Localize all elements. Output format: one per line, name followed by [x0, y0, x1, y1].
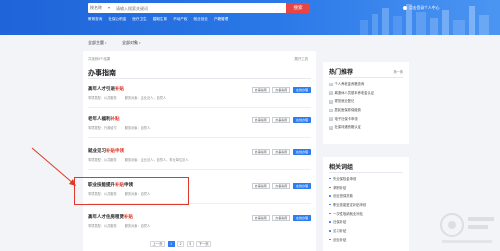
search-box[interactable]: 按名称 ▾: [88, 3, 310, 13]
top-banner: 按名称 ▾ 搜索 点击登录个人中心 教育查询 社保公积金 医疗卫生 婚姻生育 不…: [0, 0, 500, 35]
online-apply-button[interactable]: 在线办理: [292, 149, 311, 155]
login-link[interactable]: 点击登录个人中心: [403, 4, 439, 12]
page-button-1[interactable]: 1: [167, 241, 175, 247]
guide-button[interactable]: 办事指南: [272, 117, 291, 123]
item-title[interactable]: 高年人才住房租赁补贴: [88, 214, 133, 220]
item-meta: 事项类型：公共服务 服务对象：自然人: [88, 224, 151, 228]
divider: [88, 107, 311, 108]
hot-link[interactable]: 教育查询: [88, 17, 102, 21]
pagination: 上一页 1 2 3 下一页: [150, 241, 213, 249]
item-title[interactable]: 高年人才引进补贴: [88, 86, 124, 92]
filter-bar: 全部主题▾ 全部对象▾: [86, 38, 416, 48]
online-apply-button[interactable]: 在线办理: [292, 87, 311, 93]
chevron-down-icon[interactable]: ▾: [108, 3, 110, 13]
related-item[interactable]: 见习补贴: [329, 227, 405, 236]
guide-button[interactable]: 办事指南: [272, 87, 291, 93]
login-text: 点击登录个人中心: [409, 6, 440, 10]
divider: [329, 172, 403, 173]
hot-recommend-card: 热门推荐 换一换 1 个人养老金资格查询 2 离退休人员基本养老金认证 3 规范就业登…: [323, 62, 409, 144]
related-item[interactable]: 社保补贴: [329, 218, 405, 227]
related-item[interactable]: 求职补贴: [329, 184, 405, 193]
hot-item[interactable]: 4 居民医保参保缴费: [329, 106, 405, 115]
divider: [88, 137, 311, 138]
item-meta: 事项类型：行政给付 服务对象：自然人: [88, 126, 151, 130]
guide-button[interactable]: 办事指南: [251, 149, 270, 155]
related-item[interactable]: 一次性吸纳就业补贴: [329, 210, 405, 219]
hot-link[interactable]: 就业创业: [193, 17, 207, 21]
result-count: 共找到5个结果: [88, 57, 111, 61]
item-title[interactable]: 老年人福利补贴: [88, 116, 120, 122]
divider: [88, 78, 311, 79]
prev-page-button[interactable]: 上一页: [150, 241, 166, 247]
list-item: 高年人才引进补贴 事项类型：公共服务 服务对象：企业法人，自然人 办事指南 办事指…: [88, 83, 311, 109]
expand-tools-link[interactable]: 展开工具: [294, 56, 308, 61]
hot-item[interactable]: 5 电子社保卡申领: [329, 115, 405, 124]
card-title: 热门推荐: [329, 70, 354, 76]
divider: [88, 169, 311, 170]
online-apply-button[interactable]: 在线办理: [292, 117, 311, 123]
list-item: 就业见习补贴申领 事项类型：公共服务 服务对象：企业法人，自然人，事业单位法人 办…: [88, 145, 311, 171]
related-words-card: 相关词组 失业保险金申领 求职补贴 创业担保贷款 职业技能鉴定补贴申领 一次性吸…: [323, 157, 409, 251]
related-item[interactable]: 创业补贴: [329, 236, 405, 245]
hot-link[interactable]: 不动产权: [173, 17, 187, 21]
hot-links: 教育查询 社保公积金 医疗卫生 婚姻生育 不动产权 就业创业 户籍管理: [88, 17, 233, 22]
next-page-button[interactable]: 下一页: [195, 241, 212, 247]
item-title[interactable]: 就业见习补贴申领: [88, 148, 124, 154]
related-item[interactable]: 创业担保贷款: [329, 192, 405, 201]
guide-button[interactable]: 办事指南: [272, 215, 291, 221]
chevron-down-icon: ▾: [105, 41, 107, 45]
divider: [329, 77, 403, 78]
hot-link[interactable]: 婚姻生育: [153, 17, 167, 21]
annotation-arrow-icon: [31, 147, 76, 186]
highlight-box: [74, 177, 189, 205]
filter-topic[interactable]: 全部主题▾: [88, 40, 107, 46]
hot-link[interactable]: 户籍管理: [214, 17, 228, 21]
user-icon: [403, 5, 407, 10]
chevron-down-icon: ▾: [139, 41, 141, 45]
guide-button[interactable]: 办事指南: [272, 149, 291, 155]
hot-link[interactable]: 医疗卫生: [132, 17, 146, 21]
refresh-link[interactable]: 换一换: [393, 69, 403, 74]
online-apply-button[interactable]: 在线办理: [292, 215, 311, 221]
watermark-logo-icon: [440, 213, 494, 243]
section-title: 办事指南: [88, 70, 116, 77]
item-meta: 事项类型：公共服务 服务对象：企业法人，自然人: [88, 96, 167, 100]
page-button-3[interactable]: 3: [186, 241, 194, 247]
online-apply-button[interactable]: 在线办理: [292, 183, 311, 189]
page-button-2[interactable]: 2: [177, 241, 185, 247]
list-item: 老年人福利补贴 事项类型：行政给付 服务对象：自然人 办事指南 办事指南 在线办理: [88, 113, 311, 139]
filter-target[interactable]: 全部对象▾: [122, 40, 141, 46]
hot-item[interactable]: 6 社保待遇资格认证: [329, 123, 405, 132]
related-item[interactable]: 失业保险金申领: [329, 175, 405, 184]
related-item[interactable]: 职业技能鉴定补贴申领: [329, 201, 405, 210]
guide-button[interactable]: 办事指南: [251, 183, 270, 189]
hot-item[interactable]: 3 规范就业登记: [329, 97, 405, 106]
list-item: 高年人才住房租赁补贴 事项类型：公共服务 服务对象：自然人 办事指南 办事指南 在…: [88, 211, 311, 237]
guide-button[interactable]: 办事指南: [251, 215, 270, 221]
result-panel: 共找到5个结果 展开工具 办事指南 高年人才引进补贴 事项类型：公共服务 服务对象…: [83, 51, 316, 251]
hot-item[interactable]: 2 离退休人员基本养老金认证: [329, 89, 405, 98]
card-title: 相关词组: [329, 165, 354, 171]
search-button[interactable]: 搜索: [286, 3, 310, 13]
guide-button[interactable]: 办事指南: [251, 87, 270, 93]
hot-link[interactable]: 社保公积金: [108, 17, 126, 21]
search-input[interactable]: [116, 4, 276, 12]
item-meta: 事项类型：公共服务 服务对象：企业法人，自然人，事业单位法人: [88, 158, 189, 162]
guide-button[interactable]: 办事指南: [272, 183, 291, 189]
search-scope-select[interactable]: 按名称: [90, 3, 102, 13]
hot-item[interactable]: 1 个人养老金资格查询: [329, 80, 405, 89]
guide-button[interactable]: 办事指南: [251, 117, 270, 123]
